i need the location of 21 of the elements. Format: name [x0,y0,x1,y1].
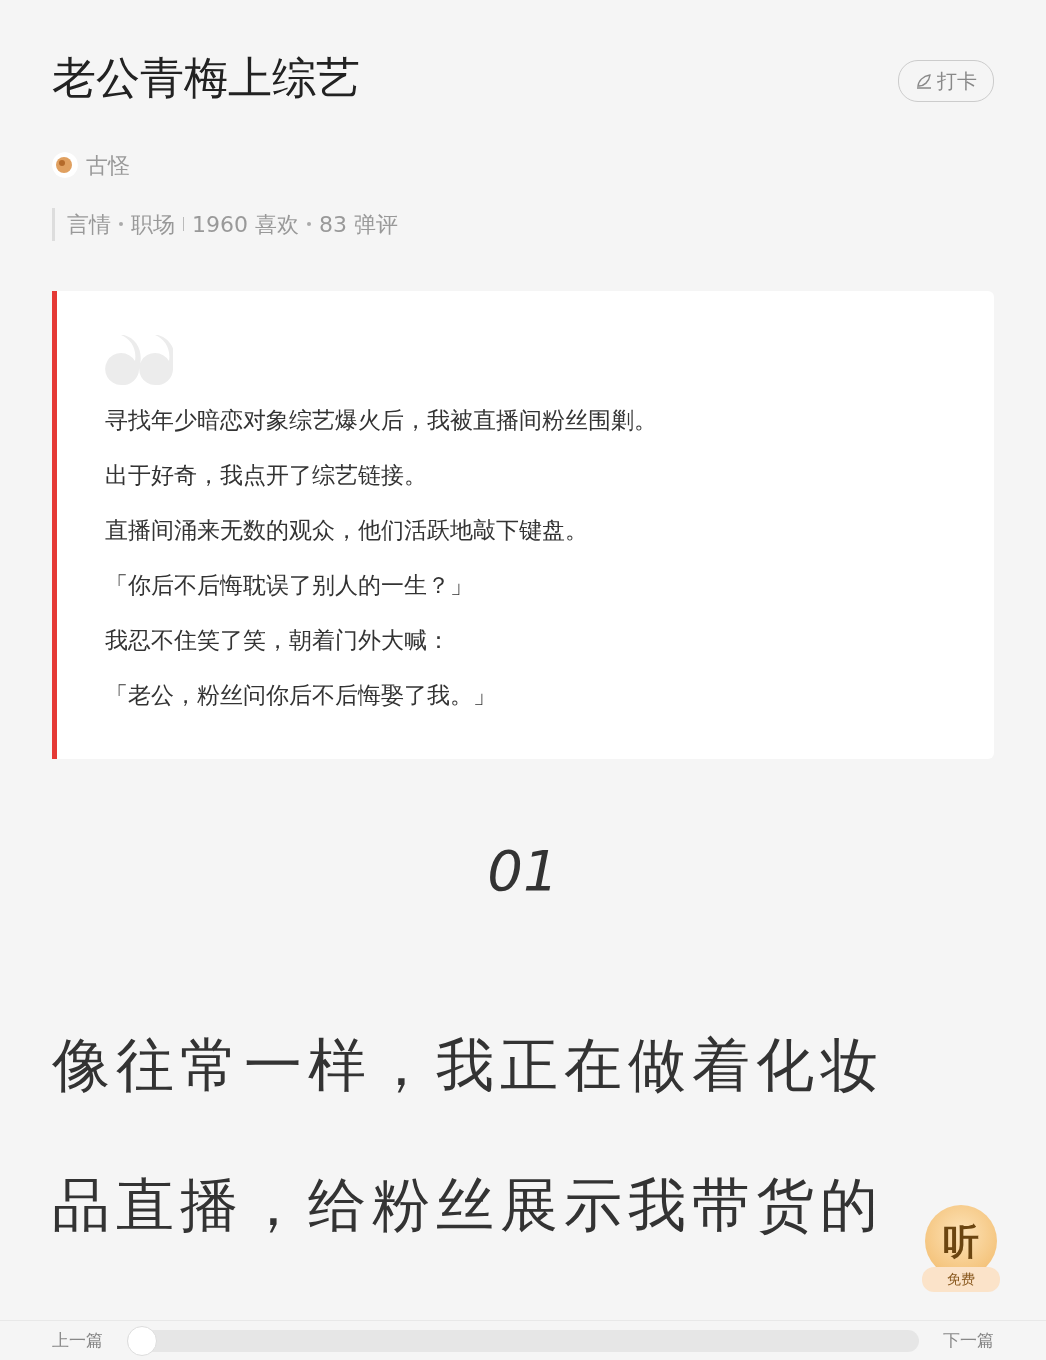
author-name: 古怪 [86,151,130,180]
genre-tag: 职场 [131,207,175,241]
summary-line: 「你后不后悔耽误了别人的一生？」 [105,570,474,600]
progress-thumb[interactable] [127,1325,157,1356]
summary-line: 出于好奇，我点开了综艺链接。 [105,460,428,490]
genre-tag: 言情 [67,207,111,241]
summary-line: 我忍不住笑了笑，朝着门外大喊： [105,625,451,655]
previous-chapter-link[interactable]: 上一篇 [52,1327,103,1354]
pen-icon [915,72,933,90]
chapter-number: 01 [486,836,560,905]
summary-line: 寻找年少暗恋对象综艺爆火后，我被直播间粉丝围剿。 [105,405,658,435]
free-badge: 免费 [922,1267,1000,1292]
comments-count: 83 弹评 [319,210,398,239]
summary-line: 「老公，粉丝问你后不后悔娶了我。」 [105,680,497,710]
likes-count: 1960 喜欢 [192,210,299,239]
check-in-button[interactable]: 打卡 [898,60,994,102]
body-paragraph: 像往常一样，我正在做着化妆品直播，给粉丝展示我带货的 [52,1029,885,1241]
article-title: 老公青梅上综艺 [52,52,360,105]
next-chapter-link[interactable]: 下一篇 [943,1327,994,1354]
summary-line: 直播间涌来无数的观众，他们活跃地敲下键盘。 [105,515,589,545]
author-avatar [52,152,78,179]
